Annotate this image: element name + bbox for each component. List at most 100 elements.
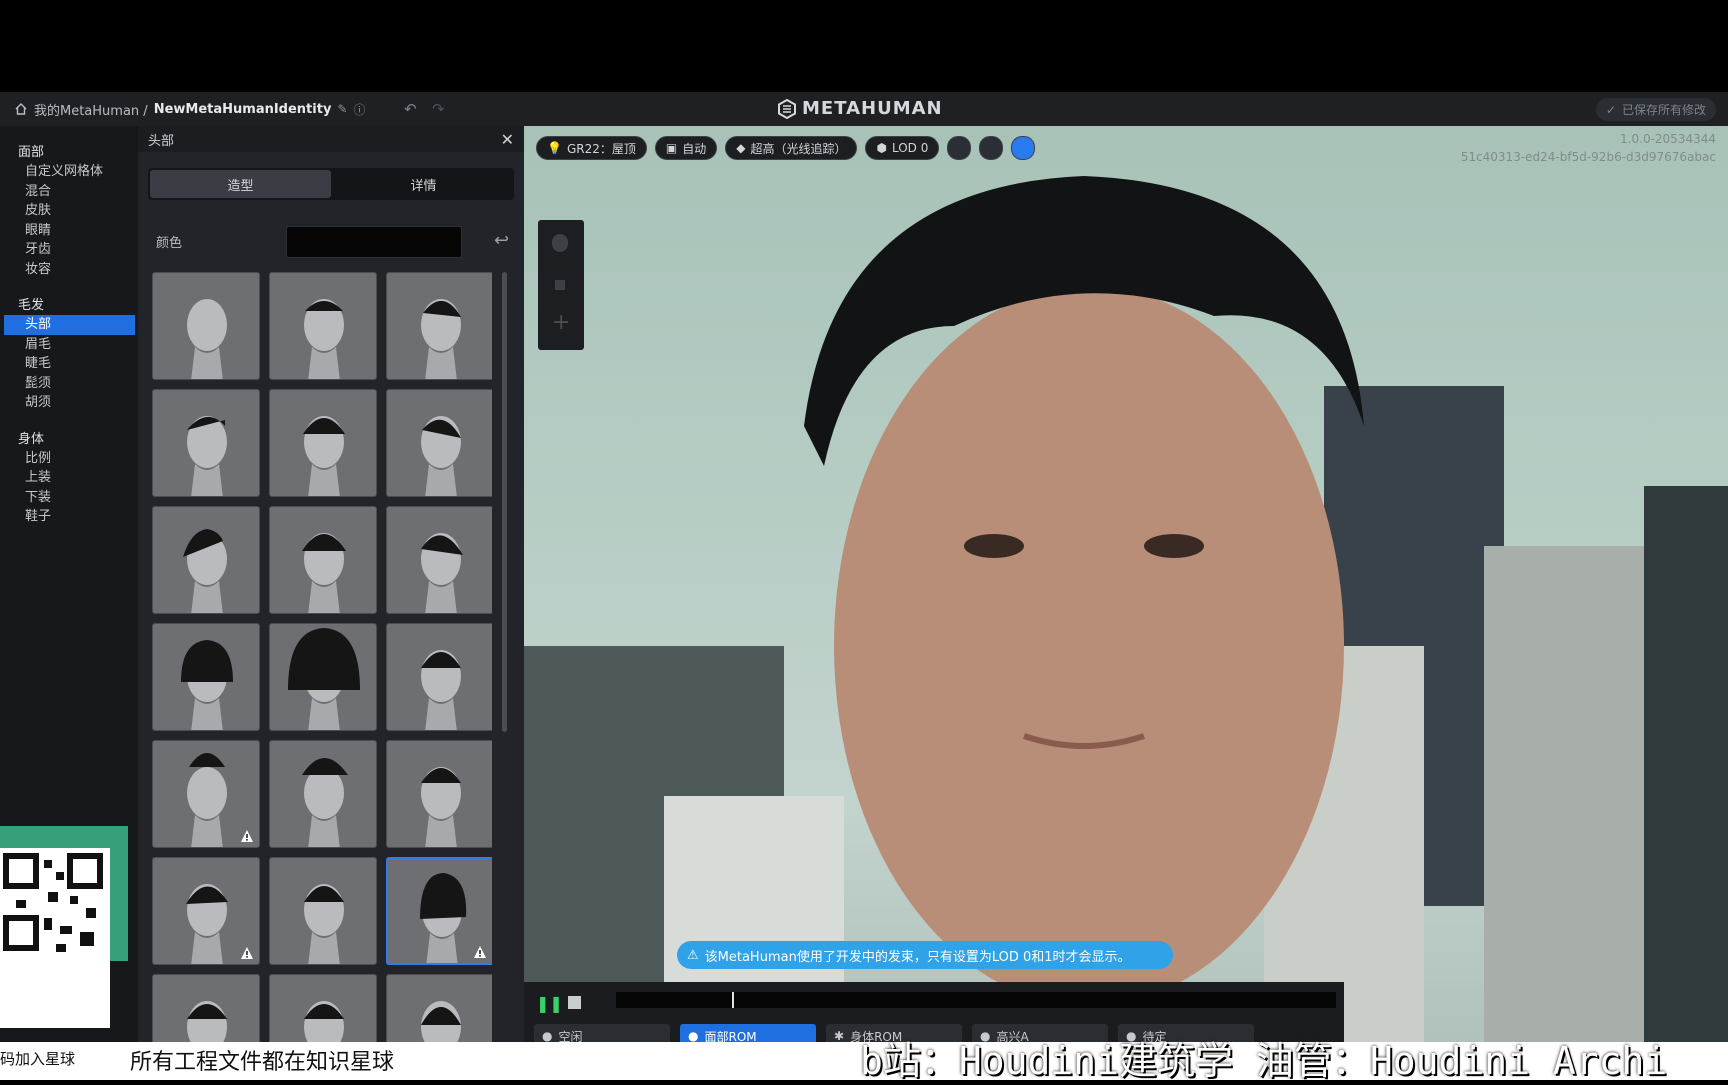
sidebar-item-eyelashes[interactable]: 睫毛 [0, 354, 138, 374]
lod-chip[interactable]: ⬢ LOD 0 [865, 136, 940, 160]
hair-grid [152, 272, 492, 1080]
head-preview-icon [187, 416, 227, 496]
save-status-badge: ✓ 已保存所有修改 [1595, 98, 1716, 121]
warning-icon [240, 829, 254, 843]
tab-style[interactable]: 造型 [150, 170, 331, 198]
body-icon: ✱ [834, 1029, 845, 1043]
quality-chip[interactable]: ◆ 超高（光线追踪） [725, 136, 858, 160]
head-view-icon[interactable] [552, 234, 568, 252]
viewport-scene [524, 176, 1728, 1080]
timeline-track[interactable] [616, 992, 1336, 1008]
caption-right: b站：Houdini建筑学 油管：Houdini Archi [860, 1039, 1668, 1083]
home-icon[interactable] [14, 102, 28, 116]
sidebar-section-body: 身体 [18, 431, 45, 447]
sidebar-item-beard[interactable]: 胡须 [0, 393, 138, 413]
body-view-icon[interactable] [555, 280, 565, 290]
qr-label: 码加入星球 [0, 1050, 76, 1068]
hair-style-tile[interactable] [269, 740, 377, 848]
undo-icon[interactable]: ↶ [404, 100, 417, 118]
panel-tabs: 造型 详情 [148, 168, 514, 200]
sidebar-item-blend[interactable]: 混合 [0, 182, 138, 202]
close-icon[interactable]: ✕ [501, 130, 514, 149]
sidebar-item-teeth[interactable]: 牙齿 [0, 240, 138, 260]
head-preview-icon [421, 533, 463, 613]
info-icon[interactable]: ⓘ [353, 101, 365, 118]
stop-icon[interactable] [568, 996, 581, 1009]
hair-panel: 头部 ✕ 造型 详情 颜色 ↩ [138, 126, 524, 1080]
build-version: 1.0.0-20534344 [1620, 132, 1716, 146]
face-icon: ● [688, 1029, 699, 1043]
hair-style-tile[interactable] [269, 857, 377, 965]
hair-style-tile[interactable] [152, 272, 260, 380]
sidebar-item-eyes[interactable]: 眼睛 [0, 221, 138, 241]
camera-chip-label: 自动 [682, 141, 707, 156]
sidebar-section-hair: 毛发 [18, 298, 45, 313]
tab-details[interactable]: 详情 [333, 168, 514, 200]
hair-style-tile[interactable] [386, 623, 492, 731]
hair-style-tile[interactable] [386, 740, 492, 848]
head-preview-icon [421, 416, 461, 496]
environment-chip[interactable]: 💡 GR22：屋顶 [536, 136, 647, 160]
hair-style-tile[interactable] [152, 623, 260, 731]
hair-style-tile[interactable] [152, 389, 260, 497]
head-preview-icon [302, 758, 348, 847]
zoom-plus-icon[interactable]: + [552, 310, 570, 335]
hair-style-tile[interactable] [152, 740, 260, 848]
reset-arrow-icon[interactable]: ↩ [494, 230, 509, 251]
viewport-toolbar: 💡 GR22：屋顶 ▣ 自动 ◆ 超高（光线追踪） ⬢ LOD 0 [536, 136, 1036, 160]
head-preview-icon [187, 299, 227, 379]
figure-icon: ● [542, 1029, 553, 1043]
color-label: 颜色 [156, 235, 183, 251]
hair-style-tile[interactable] [269, 506, 377, 614]
lod-warning-banner: ⚠ 该MetaHuman使用了开发中的发束，只有设置为LOD 0和1时才会显示。 [677, 941, 1173, 969]
playhead[interactable] [732, 992, 734, 1008]
pause-icon[interactable]: ❚❚ [536, 994, 563, 1013]
build-info: 1.0.0-20534344 51c40313-ed24-bf5d-92b6-d… [1461, 130, 1716, 166]
cube-icon: ⬢ [876, 141, 887, 155]
grid-scrollbar[interactable] [502, 272, 507, 732]
lod-warning-text: 该MetaHuman使用了开发中的发束，只有设置为LOD 0和1时才会显示。 [704, 949, 1131, 965]
camera-icon: ▣ [665, 141, 678, 155]
head-preview-icon [304, 884, 344, 964]
metahuman-logo-icon [778, 98, 796, 119]
hair-color-swatch[interactable] [286, 226, 462, 258]
rename-icon[interactable]: ✎ [337, 102, 347, 116]
sidebar-item-mustache[interactable]: 髭须 [0, 374, 138, 394]
warning-icon [240, 946, 254, 960]
breadcrumb: 我的MetaHuman / NewMetaHumanIdentity ✎ ⓘ [14, 92, 366, 126]
hair-style-tile[interactable] [386, 272, 492, 380]
warning-icon [473, 945, 487, 959]
sidebar-item-makeup[interactable]: 妆容 [0, 260, 138, 280]
quality-chip-label: 超高（光线追踪） [750, 141, 847, 156]
panel-title: 头部 [148, 133, 175, 149]
sphere-icon[interactable] [979, 136, 1004, 160]
hair-style-tile[interactable] [152, 506, 260, 614]
redo-icon[interactable]: ↷ [432, 100, 445, 118]
breadcrumb-root[interactable]: 我的MetaHuman / [34, 100, 148, 119]
camera-chip[interactable]: ▣ 自动 [654, 136, 718, 160]
hair-style-tile[interactable] [269, 272, 377, 380]
sidebar-item-shoes[interactable]: 鞋子 [0, 507, 138, 527]
head-preview-icon [183, 529, 227, 613]
hair-style-tile[interactable] [152, 857, 260, 965]
sidebar-item-eyebrows[interactable]: 眉毛 [0, 335, 138, 355]
render-mode-icon[interactable] [947, 136, 972, 160]
hair-style-tile[interactable] [386, 389, 492, 497]
diamond-icon: ◆ [736, 141, 746, 155]
sidebar-item-custom-mesh[interactable]: 自定义网格体 [0, 162, 138, 182]
hair-style-tile[interactable] [386, 857, 492, 965]
hair-style-tile[interactable] [386, 506, 492, 614]
hair-style-tile[interactable] [269, 389, 377, 497]
caption-left: 所有工程文件都在知识星球 [130, 1050, 395, 1075]
sidebar-item-skin[interactable]: 皮肤 [0, 201, 138, 221]
environment-chip-label: GR22：屋顶 [566, 141, 636, 156]
sidebar-item-proportions[interactable]: 比例 [0, 449, 138, 469]
save-status-text: 已保存所有修改 [1621, 103, 1706, 117]
camera-tools: + [538, 220, 584, 350]
sidebar-item-top[interactable]: 上装 [0, 468, 138, 488]
display-icon[interactable] [1011, 136, 1036, 160]
viewport[interactable]: 💡 GR22：屋顶 ▣ 自动 ◆ 超高（光线追踪） ⬢ LOD 0 1.0.0-… [524, 126, 1728, 1080]
sidebar-item-bottom[interactable]: 下装 [0, 488, 138, 508]
hair-style-tile[interactable] [269, 623, 377, 731]
sidebar-item-head-hair[interactable]: 头部 [4, 315, 135, 335]
